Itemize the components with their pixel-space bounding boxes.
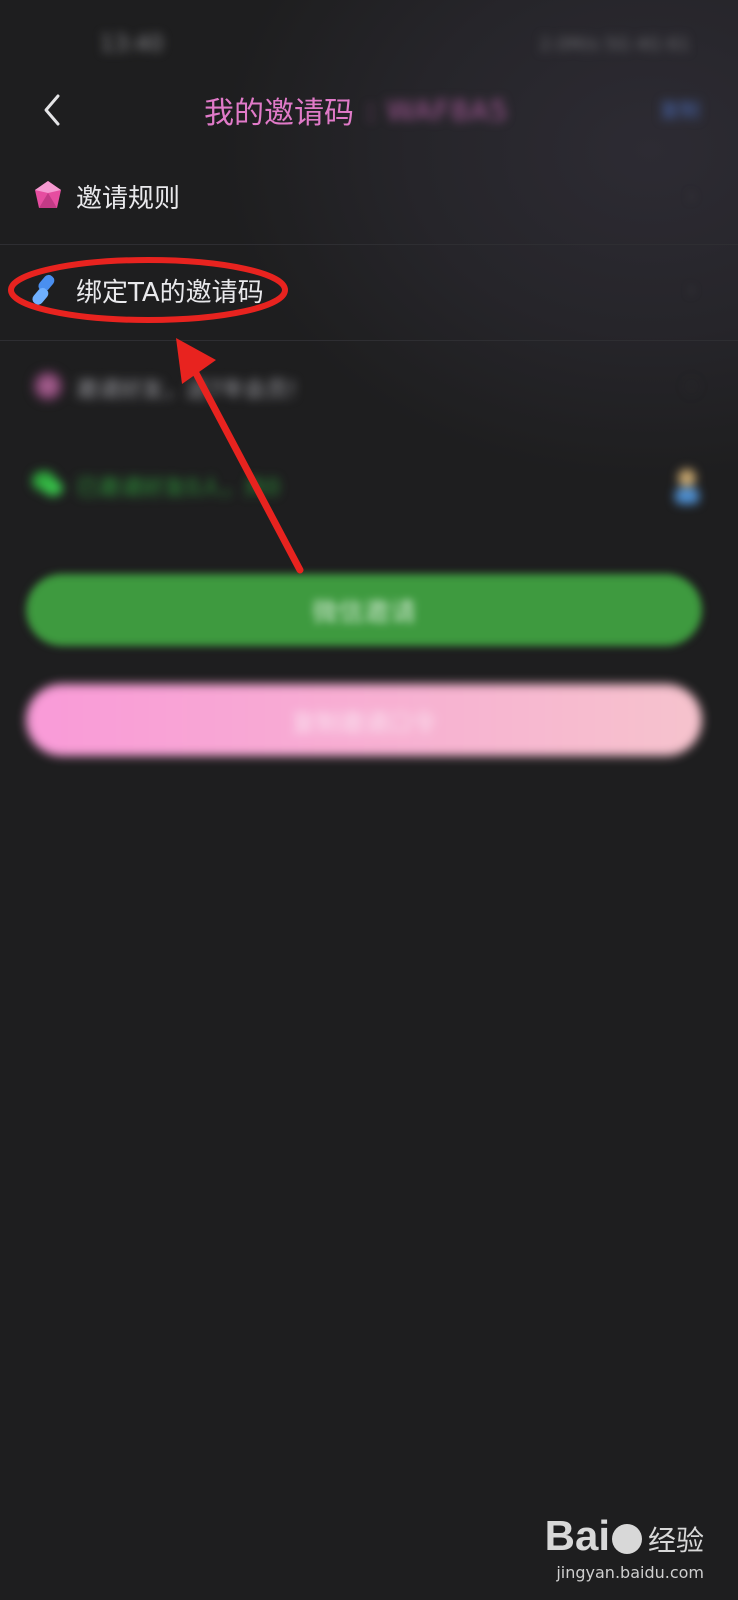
chevron-right-icon: › xyxy=(687,278,696,303)
back-button[interactable] xyxy=(38,90,74,130)
wechat-invite-button[interactable]: 微信邀请 xyxy=(26,574,702,646)
status-time: 13:40 xyxy=(100,32,164,57)
gem-icon xyxy=(35,181,61,208)
status-bar: 13:40 2.0M/s 5G 4G 61 xyxy=(0,28,738,64)
page-title: 我的邀请码 xyxy=(204,96,354,131)
share-invite-button[interactable]: 复制邀请口令 xyxy=(26,684,702,756)
menu-item-invite-friends[interactable]: 邀请好友，送7年会员! › xyxy=(0,342,738,434)
invite-code: : WAF8A5 xyxy=(366,93,509,127)
copy-button[interactable]: 复制 xyxy=(660,94,700,123)
chevron-left-icon xyxy=(44,94,60,126)
menu-item-bind-invite-code[interactable]: 绑定TA的邀请码 › xyxy=(0,246,738,338)
chevron-right-icon: › xyxy=(687,184,696,209)
status-indicators: 2.0M/s 5G 4G 61 xyxy=(539,34,690,55)
watermark-logo-suffix: 经验 xyxy=(647,1525,704,1556)
watermark-url: jingyan.baidu.com xyxy=(556,1563,704,1582)
menu-item-label: 已邀请好友0人，共0 xyxy=(76,476,280,501)
menu-item-label: 邀请好友，送7年会员! xyxy=(76,378,297,403)
chevron-right-icon: › xyxy=(687,374,696,399)
share-invite-label: 复制邀请口令 xyxy=(292,708,436,737)
link-icon xyxy=(32,274,55,305)
menu-item-invited-count: 已邀请好友0人，共0 xyxy=(0,440,738,532)
paw-icon xyxy=(611,1523,642,1554)
badge-icon xyxy=(33,371,63,401)
menu-item-label: 邀请规则 xyxy=(76,184,181,214)
wechat-icon xyxy=(32,471,63,496)
header: 我的邀请码 : WAF8A5 复制 xyxy=(0,80,738,140)
watermark-logo: Bai 经验 xyxy=(545,1514,704,1563)
divider xyxy=(0,340,738,341)
wechat-invite-label: 微信邀请 xyxy=(311,597,416,628)
menu-item-label: 绑定TA的邀请码 xyxy=(76,278,264,308)
avatar-icon xyxy=(675,469,699,504)
watermark-logo-text: Bai xyxy=(544,1512,610,1559)
divider xyxy=(0,244,738,245)
title-row: 我的邀请码 : WAF8A5 xyxy=(204,88,509,132)
screen: 13:40 2.0M/s 5G 4G 61 我的邀请码 : WAF8A5 复制 … xyxy=(0,0,738,1600)
menu-item-invite-rules[interactable]: 邀请规则 › xyxy=(0,152,738,244)
watermark: Bai 经验 jingyan.baidu.com xyxy=(545,1514,704,1583)
